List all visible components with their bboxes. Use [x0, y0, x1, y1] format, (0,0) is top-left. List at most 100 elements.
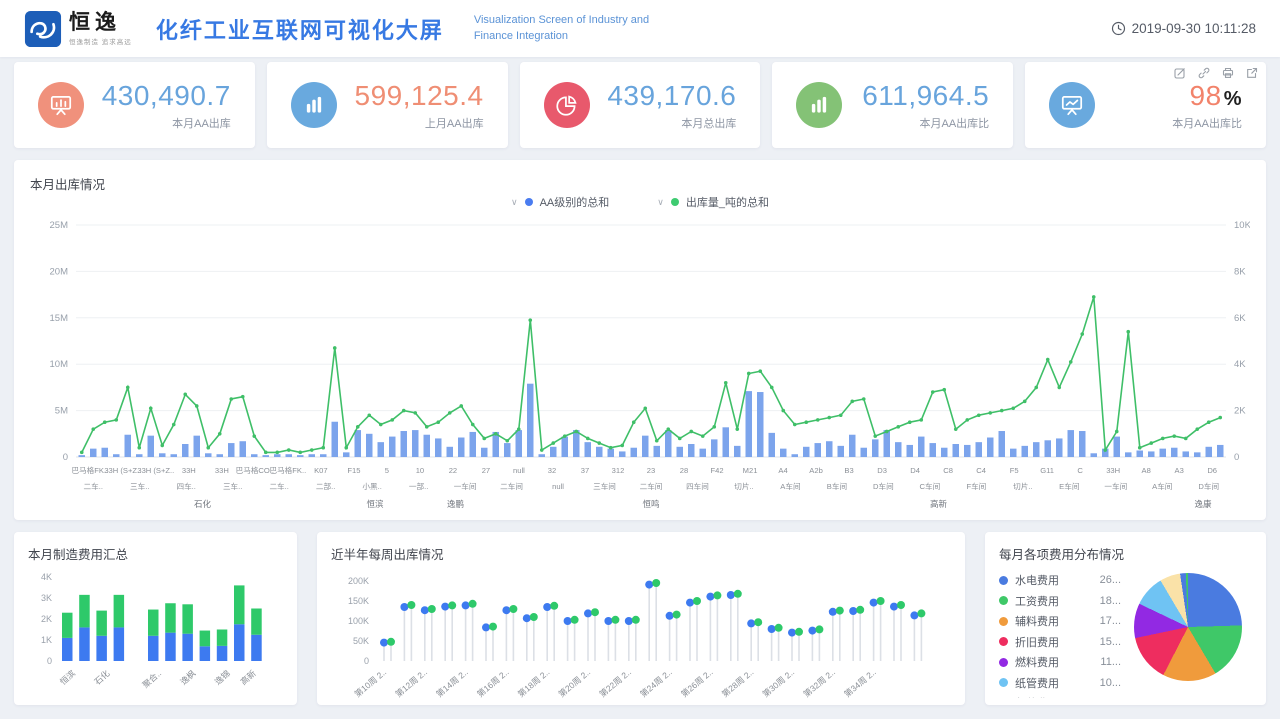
pie-legend-row: 纸管费用 10...: [999, 673, 1121, 694]
svg-text:15M: 15M: [50, 313, 69, 324]
svg-text:第16周 2..: 第16周 2..: [475, 667, 511, 699]
svg-text:M21: M21: [743, 466, 758, 475]
svg-text:第18周 2..: 第18周 2..: [516, 667, 552, 699]
logo-text: 恒逸: [69, 11, 132, 34]
clock-icon: [1111, 21, 1126, 36]
svg-text:2K: 2K: [41, 614, 52, 624]
svg-text:32: 32: [548, 466, 556, 475]
manufacturing-chart-card: 本月制造费用汇总 4K3K2K1K0恒滨石化聚合..逸枫逸锦高新: [14, 532, 297, 705]
svg-text:K07: K07: [314, 466, 328, 475]
svg-text:二车间: 二车间: [640, 481, 663, 491]
kpi-label: 上月AA出库: [355, 115, 484, 131]
pie-legend-row: 水电费用26...: [999, 570, 1121, 591]
main-chart-title: 本月出库情况: [30, 174, 1250, 193]
svg-text:四车..: 四车..: [176, 481, 195, 491]
legend-label: 出库量_吨的总和: [686, 194, 769, 210]
svg-text:23: 23: [647, 466, 655, 475]
pie-legend-name: 燃料费用: [1015, 654, 1059, 670]
svg-text:第32周 2..: 第32周 2..: [801, 667, 837, 699]
svg-text:1K: 1K: [41, 635, 52, 645]
link-icon[interactable]: [1198, 67, 1210, 79]
svg-text:D4: D4: [910, 466, 920, 475]
legend-item: ∨ 出库量_吨的总和: [657, 194, 769, 210]
kpi-value: 599,125.4: [355, 80, 484, 112]
legend-dropdown-chevron[interactable]: ∨: [657, 197, 664, 208]
svg-text:恒滨: 恒滨: [58, 668, 78, 687]
svg-text:B3: B3: [844, 466, 853, 475]
svg-text:第10周 2..: 第10周 2..: [353, 667, 389, 699]
page-subtitle: Visualization Screen of Industry and Fin…: [474, 13, 649, 44]
svg-text:null: null: [513, 466, 525, 475]
pie-legend-value: 18...: [1100, 595, 1121, 607]
svg-text:F5: F5: [1010, 466, 1019, 475]
subtitle-line-2: Finance Integration: [474, 29, 649, 44]
pie-legend-name: 水电费用: [1015, 572, 1059, 588]
bar-chart-icon: [796, 82, 842, 128]
pie-legend-name: 辅料费用: [1015, 613, 1059, 629]
svg-text:312: 312: [612, 466, 625, 475]
pie-legend-value: 11...: [1100, 656, 1121, 668]
svg-text:三车..: 三车..: [223, 481, 242, 491]
svg-text:E车间: E车间: [1059, 481, 1079, 491]
pie-chart-icon: [544, 82, 590, 128]
export-icon[interactable]: [1246, 67, 1258, 79]
svg-text:33H: 33H: [182, 466, 196, 475]
logo: 恒逸 恒逸制造 追求高远: [24, 10, 132, 48]
pie-legend-value: 17...: [1100, 615, 1121, 627]
kpi-card-2: 599,125.4 上月AA出库: [267, 62, 508, 148]
pie-legend-value: 10...: [1100, 677, 1121, 689]
svg-text:25M: 25M: [50, 220, 69, 231]
presentation-line-icon: [1049, 82, 1095, 128]
edit-icon[interactable]: [1174, 67, 1186, 79]
pie-legend-name: 纸管费用: [1015, 675, 1059, 691]
svg-text:33H: 33H: [1106, 466, 1120, 475]
pie-legend-dot: [999, 658, 1008, 667]
svg-text:22: 22: [449, 466, 457, 475]
svg-text:高新: 高新: [238, 668, 258, 687]
svg-text:5M: 5M: [55, 406, 68, 417]
dashboard-toolbar: [1174, 67, 1258, 79]
svg-text:小黑..: 小黑..: [362, 481, 381, 491]
presentation-bars-icon: [38, 82, 84, 128]
kpi-label: 本月AA出库: [102, 115, 231, 131]
print-icon[interactable]: [1222, 67, 1234, 79]
svg-text:切片..: 切片..: [1013, 481, 1032, 491]
svg-text:100K: 100K: [348, 616, 369, 626]
svg-text:D6: D6: [1207, 466, 1217, 475]
svg-text:第28周 2..: 第28周 2..: [720, 667, 756, 699]
svg-text:0: 0: [47, 656, 52, 666]
svg-text:第34周 2..: 第34周 2..: [842, 667, 878, 699]
kpi-card-4: 611,964.5本月AA出库比: [772, 62, 1013, 148]
svg-text:0: 0: [364, 656, 369, 666]
svg-text:恒鸣: 恒鸣: [642, 499, 659, 509]
svg-text:37: 37: [581, 466, 589, 475]
svg-text:A4: A4: [778, 466, 787, 475]
svg-text:C: C: [1077, 466, 1083, 475]
svg-text:C8: C8: [943, 466, 953, 475]
legend-label: AA级别的总和: [540, 194, 610, 210]
hengyi-logo-icon: [24, 10, 62, 48]
svg-text:第30周 2..: 第30周 2..: [761, 667, 797, 699]
pie-legend-name: 折旧费用: [1015, 634, 1059, 650]
svg-text:D车间: D车间: [873, 481, 894, 491]
kpi-card-1: 430,490.7 本月AA出库: [14, 62, 255, 148]
kpi-label: 本月AA出库比: [1172, 115, 1242, 131]
svg-text:20M: 20M: [50, 266, 69, 277]
legend-dropdown-chevron[interactable]: ∨: [511, 197, 518, 208]
kpi-value: 439,170.6: [607, 80, 736, 112]
kpi-card-5: 98%本月AA出库比: [1025, 62, 1266, 148]
legend-dot: [671, 198, 679, 206]
svg-text:第22周 2..: 第22周 2..: [597, 667, 633, 699]
kpi-value: 430,490.7: [102, 80, 231, 112]
svg-text:巴马格CO..: 巴马格CO..: [236, 465, 274, 475]
pie-legend-value: 94,...: [1097, 697, 1121, 698]
page-title: 化纤工业互联网可视化大屏: [156, 13, 444, 45]
svg-text:三车..: 三车..: [130, 481, 149, 491]
svg-text:二部..: 二部..: [316, 481, 335, 491]
svg-text:逸锦: 逸锦: [213, 668, 232, 687]
svg-text:一车间: 一车间: [1104, 481, 1127, 491]
svg-text:33H: 33H: [215, 466, 229, 475]
svg-text:A车间: A车间: [780, 481, 800, 491]
kpi-label: 本月总出库: [607, 115, 736, 131]
svg-text:10M: 10M: [50, 359, 69, 370]
